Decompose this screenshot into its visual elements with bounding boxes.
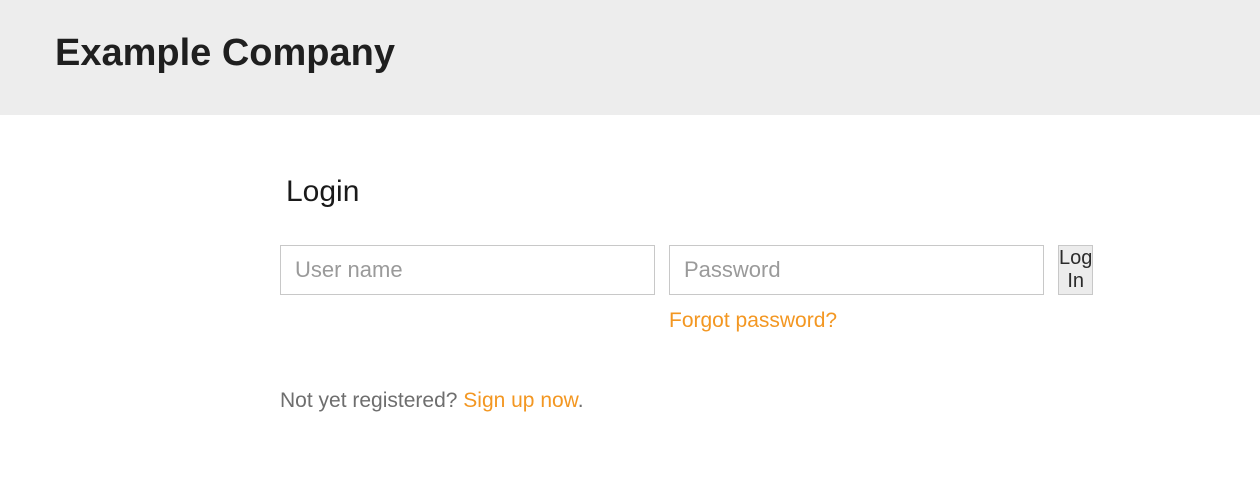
company-name: Example Company: [55, 32, 1205, 75]
signup-prompt-text: Not yet registered?: [280, 389, 463, 412]
password-field-group: Forgot password?: [669, 245, 1044, 333]
signup-prompt-row: Not yet registered? Sign up now.: [280, 389, 920, 413]
username-input[interactable]: [280, 245, 655, 295]
signup-period: .: [578, 389, 584, 412]
login-form-row: Forgot password? Log In: [280, 245, 920, 333]
login-title: Login: [286, 175, 920, 209]
signup-link[interactable]: Sign up now: [463, 389, 577, 412]
username-field-group: [280, 245, 655, 295]
login-button[interactable]: Log In: [1058, 245, 1093, 295]
login-section: Login Forgot password? Log In Not yet re…: [0, 115, 920, 413]
forgot-password-link[interactable]: Forgot password?: [669, 309, 1044, 333]
page-header: Example Company: [0, 0, 1260, 115]
password-input[interactable]: [669, 245, 1044, 295]
